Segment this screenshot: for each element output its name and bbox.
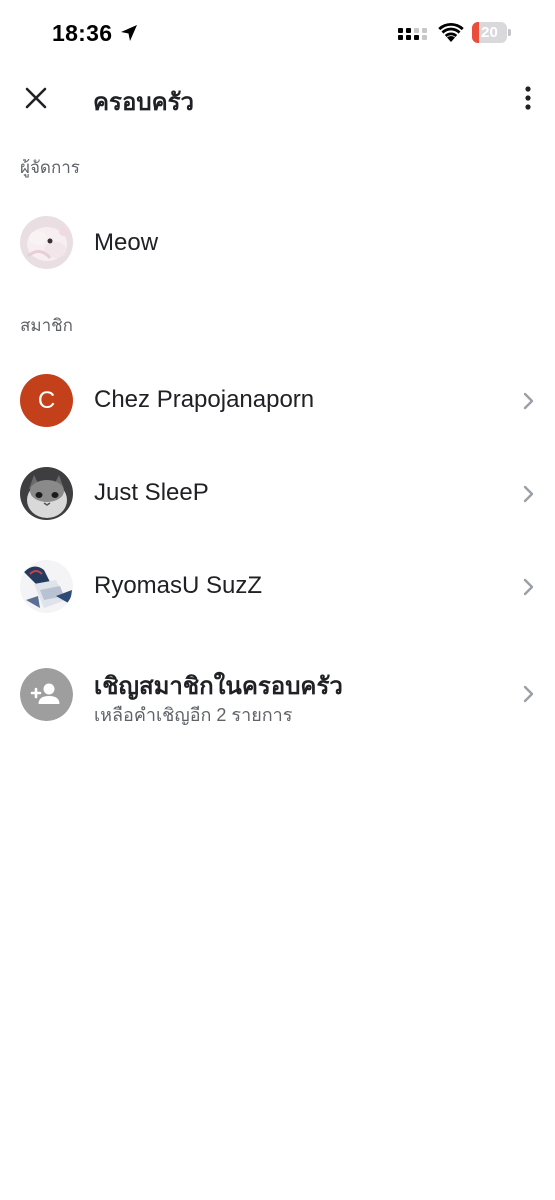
cellular-signal-icon	[398, 28, 427, 40]
wifi-icon	[438, 22, 464, 42]
member-name: Meow	[94, 229, 159, 256]
chevron-right-icon	[523, 685, 534, 703]
invite-family-row[interactable]: เชิญสมาชิกในครอบครัว เหลือคำเชิญอีก 2 รา…	[0, 666, 555, 728]
add-person-icon	[20, 668, 73, 721]
member-name: Chez Prapojanaporn	[94, 386, 315, 413]
more-vertical-icon[interactable]	[516, 82, 540, 114]
manager-row-meow[interactable]: Meow	[0, 216, 555, 272]
members-section-label: สมาชิก	[20, 316, 73, 335]
app-header: ครอบครัว	[0, 68, 555, 128]
status-bar: 18:36 20	[0, 0, 555, 68]
avatar: C	[20, 374, 73, 427]
avatar	[20, 560, 73, 613]
close-icon[interactable]	[20, 82, 52, 114]
member-row-just-sleep[interactable]: Just SleeP	[0, 467, 555, 521]
chevron-right-icon	[523, 485, 534, 503]
member-name: Just SleeP	[94, 479, 209, 506]
page-title: ครอบครัว	[93, 89, 195, 116]
member-row-ryomasu-suzz[interactable]: RyomasU SuzZ	[0, 560, 555, 614]
battery-icon: 20	[472, 22, 511, 43]
chevron-right-icon	[523, 392, 534, 410]
managers-section-label: ผู้จัดการ	[20, 158, 80, 177]
invite-subtitle: เหลือคำเชิญอีก 2 รายการ	[94, 705, 293, 725]
avatar	[20, 467, 73, 520]
member-name: RyomasU SuzZ	[94, 572, 263, 599]
family-page: 18:36 20 ครอบครัว ผู้จัดการ Meow สมาชิก …	[0, 0, 555, 1200]
avatar	[20, 216, 73, 269]
location-arrow-icon	[121, 25, 137, 41]
member-row-chez[interactable]: C Chez Prapojanaporn	[0, 374, 555, 428]
chevron-right-icon	[523, 578, 534, 596]
battery-percent: 20	[481, 24, 498, 41]
status-time: 18:36	[52, 20, 113, 46]
